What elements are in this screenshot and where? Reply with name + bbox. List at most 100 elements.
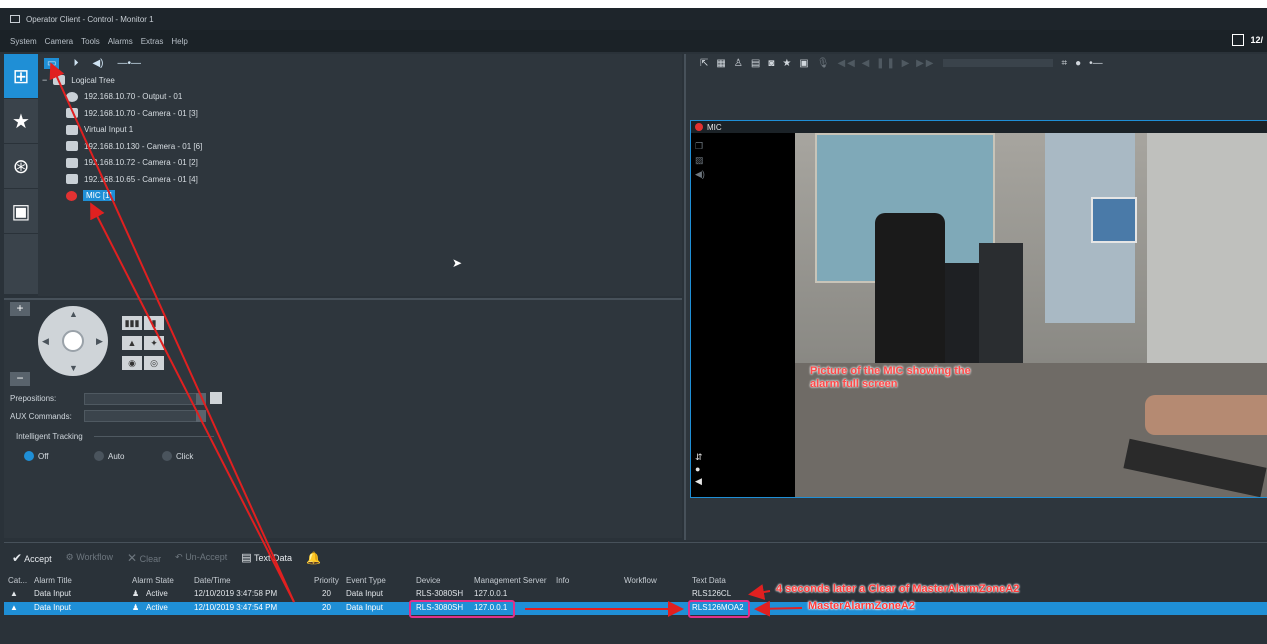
column-header[interactable]: Alarm State <box>132 576 174 585</box>
zoom-in-button[interactable]: + <box>10 302 30 316</box>
tree-item[interactable]: 192.168.10.130 - Camera - 01 [6] <box>38 138 682 155</box>
calendar-icon[interactable] <box>1232 34 1245 46</box>
image-icon[interactable]: ▦ <box>716 58 725 69</box>
collapse-icon[interactable]: ◀ <box>695 475 703 487</box>
tree-item-mic[interactable]: MIC [1] <box>38 188 682 205</box>
workflow-button[interactable]: ⚙ Workflow <box>66 552 113 563</box>
ptz-direction-pad[interactable]: ▲ ▼ ◀ ▶ <box>38 306 108 376</box>
event-type-cell: Data Input <box>346 589 383 598</box>
tracking-click-radio[interactable]: Click <box>162 451 193 461</box>
iris-open-button[interactable]: ✦ <box>144 336 164 350</box>
video-frame-mic[interactable]: MIC ❐ ▨ ◀) ⇵ ● ◀ <box>690 120 1267 498</box>
ptz-center-button[interactable] <box>62 330 84 352</box>
speed-slider-icon[interactable]: •— <box>1089 58 1103 69</box>
column-header[interactable]: Management Server <box>474 576 546 585</box>
timeline-slider[interactable] <box>943 59 1054 67</box>
zoom-wide-button[interactable]: ◉ <box>122 356 142 370</box>
radio-label: Click <box>176 451 194 461</box>
tree-root[interactable]: − Logical Tree <box>38 72 682 89</box>
save-preposition-icon[interactable] <box>210 392 222 404</box>
menu-help[interactable]: Help <box>171 37 187 46</box>
playback-controls[interactable]: ◀◀ ◀ ❚❚ ▶ ▶▶ <box>837 58 935 69</box>
camera-view-icon[interactable]: ▭ <box>44 57 60 69</box>
menu-camera[interactable]: Camera <box>45 37 73 46</box>
focus-far-button[interactable]: ▮ <box>144 316 164 330</box>
video-toolbar: ⇱ ▦ ♙ ▤ ◙ ★ ▣ 🎙 ◀◀ ◀ ❚❚ ▶ ▶▶ ⌗ ● •— <box>686 54 1267 72</box>
speaker-icon[interactable]: ◀) <box>695 167 705 181</box>
compass-icon: ⊛ <box>12 155 30 178</box>
chevron-down-icon[interactable] <box>196 393 206 405</box>
menu-tools[interactable]: Tools <box>81 37 100 46</box>
bell-icon[interactable]: 🔔 <box>306 551 321 565</box>
column-header[interactable]: Cat... <box>8 576 27 585</box>
column-header[interactable]: Date/Time <box>194 576 231 585</box>
zoom-out-button[interactable]: − <box>10 372 30 386</box>
favorites-tab[interactable]: ★ <box>4 99 38 144</box>
snapshot-icon[interactable]: ◙ <box>768 58 774 69</box>
layout-icon[interactable]: ⌗ <box>1061 58 1067 69</box>
fullscreen-icon[interactable]: ▣ <box>799 58 808 69</box>
expand-icon[interactable]: ⇱ <box>700 58 708 69</box>
star-icon: ★ <box>12 110 30 133</box>
person-icon[interactable]: ♙ <box>734 58 743 69</box>
arrow-up-icon[interactable]: ▲ <box>69 309 78 319</box>
audio-icon[interactable]: ◀) <box>92 58 103 69</box>
monitors-tab[interactable]: ▣ <box>4 189 38 234</box>
copy-icon[interactable]: ❐ <box>695 139 705 153</box>
image-icon[interactable]: ▨ <box>695 153 705 167</box>
collapse-icon[interactable]: − <box>42 75 47 85</box>
table-row-selected[interactable]: ▲ Data Input ♟ Active 12/10/2019 3:47:54… <box>4 602 1267 615</box>
column-header[interactable]: Info <box>556 576 569 585</box>
clear-button[interactable]: ✕ Clear <box>127 551 161 565</box>
alarm-toolbar: ✔ Accept ⚙ Workflow ✕ Clear ↶ Un-Accept … <box>4 542 1267 572</box>
focus-near-button[interactable]: ▮▮▮ <box>122 316 142 330</box>
table-row[interactable]: ▲ Data Input ♟ Active 12/10/2019 3:47:58… <box>4 588 1267 601</box>
ptz-toggle-icon[interactable]: ⇵ <box>695 451 703 463</box>
chevron-down-icon[interactable] <box>196 410 206 422</box>
close-icon: ✕ <box>127 550 138 565</box>
tree-item[interactable]: 192.168.10.72 - Camera - 01 [2] <box>38 155 682 172</box>
menu-right-area: 12/ <box>1232 34 1263 46</box>
column-header[interactable]: Priority <box>314 576 339 585</box>
column-header[interactable]: Workflow <box>624 576 657 585</box>
iris-close-button[interactable]: ▲ <box>122 336 142 350</box>
unaccept-button[interactable]: ↶ Un-Accept <box>175 552 227 563</box>
microphone-icon[interactable]: 🎙 <box>817 58 830 69</box>
tree-item[interactable]: Virtual Input 1 <box>38 122 682 139</box>
workflow-label: Workflow <box>76 552 114 562</box>
zoom-tele-button[interactable]: ◎ <box>144 356 164 370</box>
camera-icon <box>66 174 78 185</box>
column-header[interactable]: Device <box>416 576 440 585</box>
column-header[interactable]: Event Type <box>346 576 386 585</box>
arrow-down-icon[interactable]: ▼ <box>69 363 78 373</box>
arrow-left-icon[interactable]: ◀ <box>42 336 49 347</box>
column-header[interactable]: Text Data <box>692 576 726 585</box>
maps-tab[interactable]: ⊛ <box>4 144 38 189</box>
tracking-off-radio[interactable]: Off <box>24 451 49 461</box>
tree-item-label: 192.168.10.130 - Camera - 01 [6] <box>84 141 203 151</box>
window-title: Operator Client - Control - Monitor 1 <box>26 14 154 24</box>
logical-tree-tab[interactable]: ⊞ <box>4 54 38 99</box>
column-header[interactable]: Alarm Title <box>34 576 72 585</box>
volume-slider[interactable]: —•— <box>117 58 141 69</box>
prepositions-select[interactable] <box>84 393 206 405</box>
tree-item[interactable]: 192.168.10.70 - Output - 01 <box>38 89 682 106</box>
tree-item-label: 192.168.10.72 - Camera - 01 [2] <box>84 158 198 168</box>
dot-icon[interactable]: ● <box>695 463 703 475</box>
tree-item[interactable]: 192.168.10.65 - Camera - 01 [4] <box>38 171 682 188</box>
alarm-table-empty-area <box>4 617 1267 644</box>
playback-icon[interactable]: ⏵ <box>73 58 78 69</box>
tree-item[interactable]: 192.168.10.70 - Camera - 01 [3] <box>38 105 682 122</box>
print-icon[interactable]: ▤ <box>751 58 760 69</box>
aux-commands-select[interactable] <box>84 410 206 422</box>
tracking-auto-radio[interactable]: Auto <box>94 451 124 461</box>
menu-system[interactable]: System <box>10 37 37 46</box>
menu-extras[interactable]: Extras <box>141 37 164 46</box>
text-data-button[interactable]: ▤ Text Data <box>241 551 292 564</box>
desk-monitor <box>945 263 979 373</box>
record-icon[interactable]: ● <box>1075 58 1081 69</box>
bookmark-star-icon[interactable]: ★ <box>782 58 791 69</box>
accept-button[interactable]: ✔ Accept <box>12 551 52 565</box>
menu-alarms[interactable]: Alarms <box>108 37 133 46</box>
arrow-right-icon[interactable]: ▶ <box>96 336 103 347</box>
